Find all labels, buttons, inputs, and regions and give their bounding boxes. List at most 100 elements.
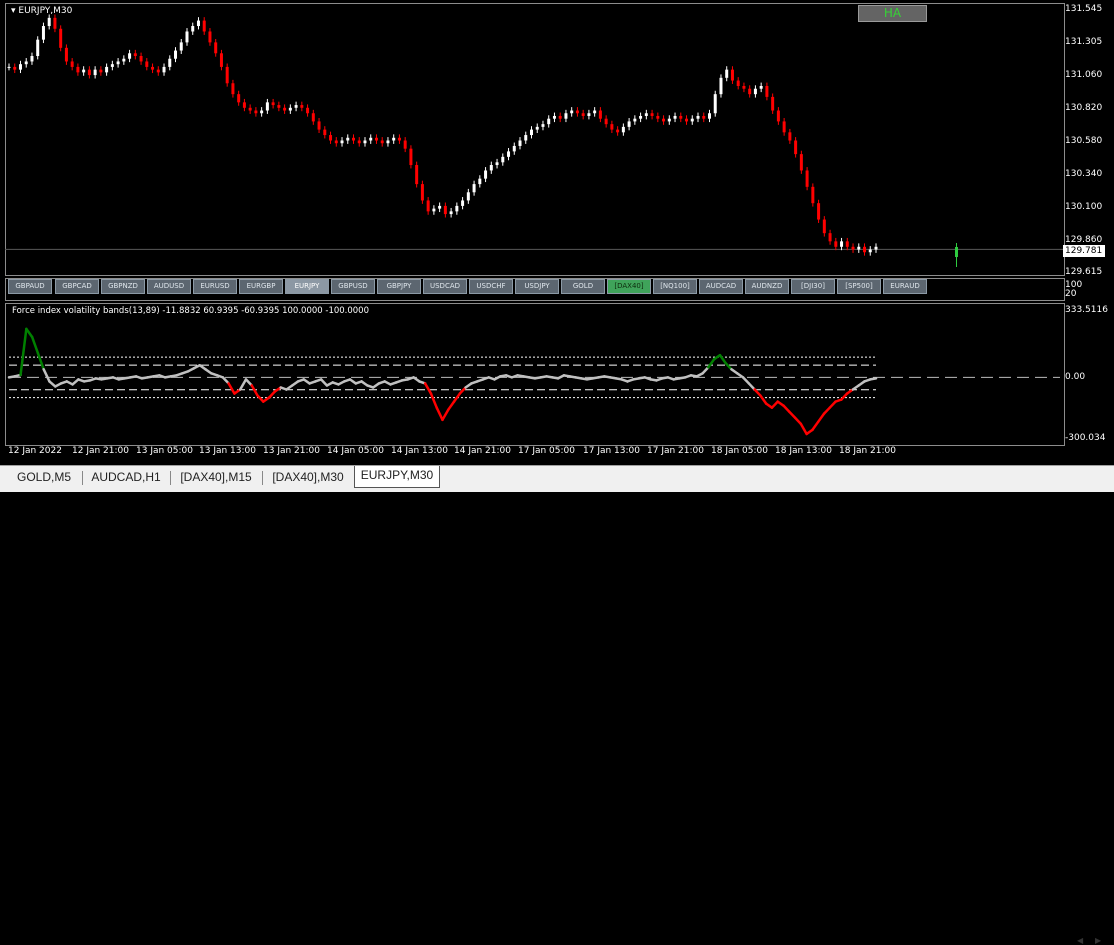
candle-body [616,129,620,133]
tab-dax40-m30[interactable]: [DAX40],M30 [264,468,352,487]
force-index-segment [458,386,467,395]
candle-body [443,205,447,215]
candle-body [719,77,723,95]
symbol-button-eurusd[interactable]: EURUSD [193,279,237,294]
force-index-segment [868,377,878,381]
symbol-button-usdcad[interactable]: USDCAD [423,279,467,294]
candle-body [662,118,666,122]
symbol-button-gbpusd[interactable]: GBPUSD [331,279,375,294]
candle-body [868,249,872,253]
symbol-button-usdchf[interactable]: USDCHF [469,279,513,294]
force-index-segment [441,408,450,422]
scroll-right-icon[interactable]: ▶ [1095,936,1101,945]
chart-tab-bar: GOLD,M5 AUDCAD,H1 [DAX40],M15 [DAX40],M3… [0,465,1114,945]
candle-body [93,69,97,76]
ha-button[interactable]: HA [858,5,927,22]
candle-body [329,135,333,141]
time-axis-label: 12 Jan 21:00 [72,446,129,456]
candle-body [748,88,752,95]
price-axis-label: 129.615 [1065,267,1103,277]
candle-body [426,200,430,212]
force-index-segment [782,404,791,413]
force-index-segment [759,394,768,405]
candle-body [374,137,378,141]
tab-separator [170,471,171,485]
candle-body [202,20,206,32]
tab-audcad-h1[interactable]: AUDCAD,H1 [84,468,168,487]
candle-body [260,110,264,114]
candle-body [145,61,149,67]
force-index-segment [227,382,236,395]
symbol-button-audusd[interactable]: AUDUSD [147,279,191,294]
symbol-button-gbpcad[interactable]: GBPCAD [55,279,99,294]
time-axis-label: 13 Jan 21:00 [263,446,320,456]
force-index-segment [840,392,849,401]
symbol-button-audnzd[interactable]: AUDNZD [745,279,789,294]
time-axis-label: 17 Jan 13:00 [583,446,640,456]
candle-body [547,118,551,125]
candle-body [644,113,648,116]
candle-body [558,115,562,119]
candle-body [782,121,786,133]
time-axis-label: 14 Jan 05:00 [327,446,384,456]
symbol-button-gbpjpy[interactable]: GBPJPY [377,279,421,294]
candle-body [168,58,172,67]
candle-body [639,115,643,119]
chart-canvas [5,14,1065,436]
candle-body [363,140,367,144]
candle-body [36,39,40,57]
price-axis-label: 129.860 [1065,235,1103,245]
price-axis-label: 130.340 [1065,169,1103,179]
force-index-segment [30,335,40,355]
tab-eurjpy-m30[interactable]: EURJPY,M30 [354,466,440,488]
candle-body [156,69,160,73]
candle-body [788,132,792,141]
force-index-segment [447,400,456,411]
candle-body [306,107,310,114]
candle-body [151,66,155,70]
time-axis-label: 18 Jan 05:00 [711,446,768,456]
symbol-button-eurgbp[interactable]: EURGBP [239,279,283,294]
candle-body [133,53,137,57]
symbol-button-euraud[interactable]: EURAUD [883,279,927,294]
tab-dax40-m15[interactable]: [DAX40],M15 [172,468,260,487]
symbol-button-dax40[interactable]: [DAX40] [607,279,651,294]
candle-body [420,184,424,201]
candle-body [283,107,287,111]
symbol-button-dji30[interactable]: [DJI30] [791,279,835,294]
symbol-button-gbpnzd[interactable]: GBPNZD [101,279,145,294]
tab-separator [82,471,83,485]
time-axis-label: 14 Jan 21:00 [454,446,511,456]
symbol-button-eurjpy[interactable]: EURJPY [285,279,329,294]
symbol-button-gold[interactable]: GOLD [561,279,605,294]
candle-body [495,162,499,166]
time-axis-label: 14 Jan 13:00 [391,446,448,456]
candle-body [300,105,304,108]
symbol-button-gbpaud[interactable]: GBPAUD [8,279,52,294]
force-index-segment [19,327,28,377]
candle-body [834,241,838,247]
time-axis-label: 17 Jan 21:00 [647,446,704,456]
symbol-button-usdjpy[interactable]: USDJPY [515,279,559,294]
symbol-button-sp500[interactable]: [SP500] [837,279,881,294]
candle-body [667,118,671,122]
tab-gold-m5[interactable]: GOLD,M5 [8,468,80,487]
chart-title-text: EURJPY,M30 [18,6,73,16]
force-index-segment [822,406,832,415]
symbol-button-audcad[interactable]: AUDCAD [699,279,743,294]
force-index-segment [770,400,779,409]
candle-body [725,69,729,78]
symbol-button-nq100[interactable]: [NQ100] [653,279,697,294]
scroll-left-icon[interactable]: ◀ [1077,936,1083,945]
candle-body [64,47,68,62]
candle-body [799,154,803,171]
force-index-segment [238,378,248,391]
candle-body [254,110,258,114]
candle-body [535,126,539,130]
candle-body [242,102,246,108]
candle-body [696,115,700,119]
indicator-axis-label: 333.5116 [1065,305,1108,315]
candle-body [759,85,763,89]
price-axis-label: 131.060 [1065,70,1103,80]
candle-body [840,241,844,247]
